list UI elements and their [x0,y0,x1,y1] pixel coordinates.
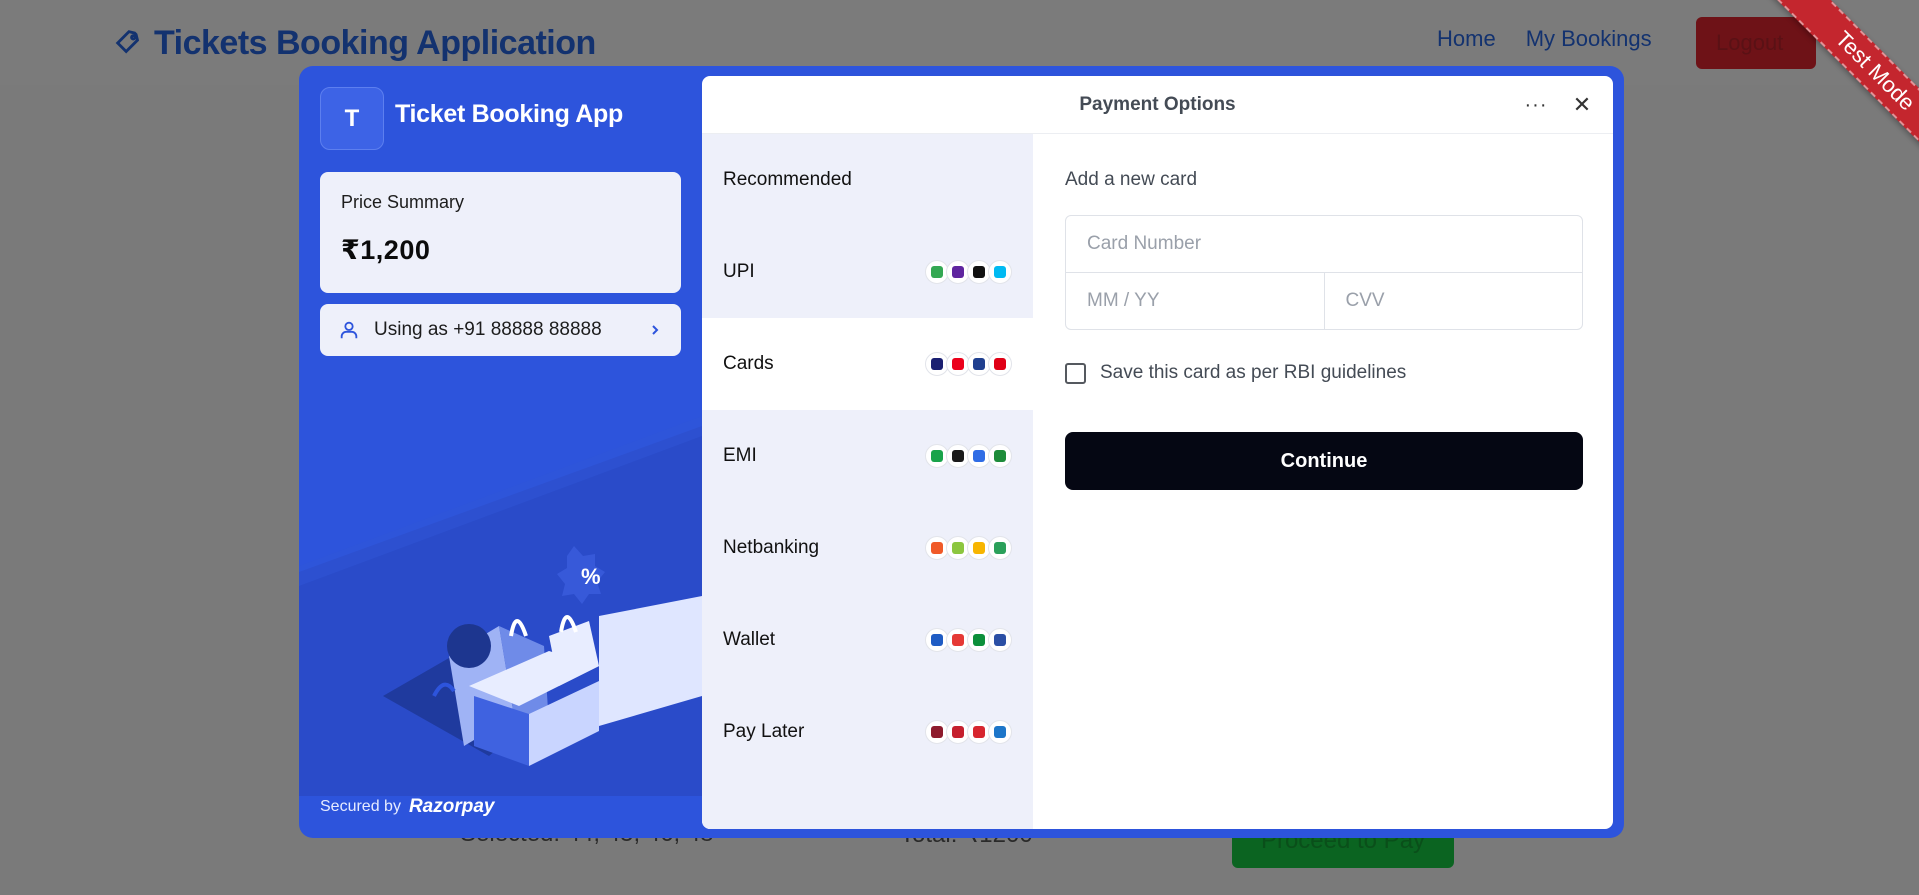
payment-methods-list: Recommended UPI Cards EMI Netbanking Wal… [702,134,1033,829]
emi-provider-icons [925,444,1012,468]
method-label: Pay Later [723,721,805,742]
app-brand-label: Tickets Booking Application [154,23,596,62]
save-card-row[interactable]: Save this card as per RBI guidelines [1065,362,1581,384]
card-form: Add a new card Card Number MM / YY CVV S… [1033,134,1613,829]
expiry-input[interactable]: MM / YY [1066,273,1324,329]
bank-icons [925,536,1012,560]
provider-logo-icon [988,720,1012,744]
continue-button[interactable]: Continue [1065,432,1583,490]
save-card-label: Save this card as per RBI guidelines [1100,362,1407,383]
pay-later-icons [925,720,1012,744]
card-network-icons [925,352,1012,376]
app-brand[interactable]: Tickets Booking Application [112,20,596,66]
card-number-input[interactable]: Card Number [1066,216,1582,273]
method-cards[interactable]: Cards [702,318,1033,410]
contact-details-button[interactable]: Using as +91 88888 88888 [320,304,681,356]
upi-app-icons [925,260,1012,284]
razorpay-logo: Razorpay [408,796,495,817]
method-wallet[interactable]: Wallet [702,594,1033,686]
nav-links: Home My Bookings [1437,26,1652,52]
method-label: Netbanking [723,537,820,558]
secured-by: Secured by Razorpay [320,796,494,818]
method-emi[interactable]: EMI [702,410,1033,502]
shopping-illustration: % [299,416,702,796]
merchant-logo: T [320,87,384,150]
method-label: EMI [723,445,757,466]
cvv-input[interactable]: CVV [1323,273,1583,329]
chevron-right-icon [652,325,659,335]
method-recommended[interactable]: Recommended [702,134,1033,226]
user-icon [340,321,358,339]
logout-button[interactable]: Logout [1696,17,1816,69]
ticket-icon [115,30,140,54]
method-pay-later[interactable]: Pay Later [702,686,1033,778]
merchant-name: Ticket Booking App [395,100,623,128]
method-label: UPI [723,261,755,282]
price-summary-card[interactable]: Price Summary ₹1,200 [320,172,681,293]
provider-logo-icon [988,444,1012,468]
svg-text:%: % [581,564,601,589]
more-options-icon[interactable]: ··· [1522,91,1550,119]
wallet-icons [925,628,1012,652]
provider-logo-icon [988,352,1012,376]
payment-header: Payment Options ··· ✕ [702,76,1613,134]
close-icon[interactable]: ✕ [1568,91,1596,119]
price-summary-label: Price Summary [341,192,465,212]
method-label: Cards [723,353,774,374]
nav-my-bookings[interactable]: My Bookings [1526,26,1652,52]
nav-home[interactable]: Home [1437,26,1496,52]
payment-title: Payment Options [1079,93,1236,115]
checkout-modal: T Ticket Booking App Price Summary ₹1,20… [299,66,1624,838]
provider-logo-icon [988,260,1012,284]
save-card-checkbox[interactable] [1065,362,1086,384]
method-upi[interactable]: UPI [702,226,1033,318]
card-inputs: Card Number MM / YY CVV [1065,215,1583,330]
price-value: ₹1,200 [341,235,431,265]
contact-label: Using as +91 88888 88888 [374,319,602,340]
payment-panel: Payment Options ··· ✕ Recommended UPI Ca… [702,76,1613,829]
provider-logo-icon [988,536,1012,560]
add-card-heading: Add a new card [1065,169,1198,190]
method-label: Recommended [723,169,852,190]
secured-by-label: Secured by [320,798,401,815]
method-label: Wallet [723,629,776,650]
provider-logo-icon [988,628,1012,652]
method-netbanking[interactable]: Netbanking [702,502,1033,594]
checkout-sidebar: T Ticket Booking App Price Summary ₹1,20… [299,66,702,838]
